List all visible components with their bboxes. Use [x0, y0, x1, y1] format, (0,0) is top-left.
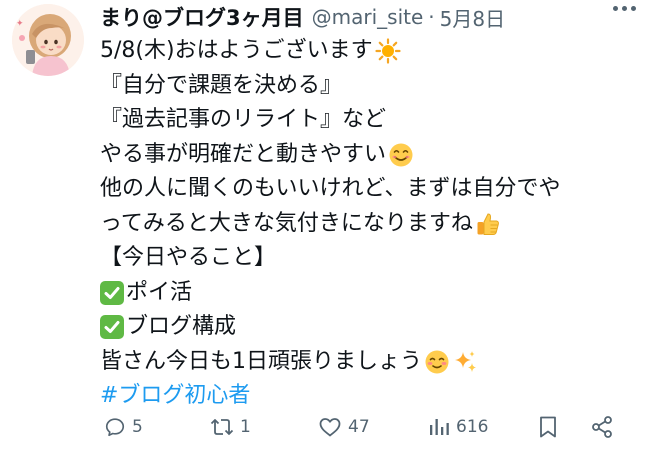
tweet-date[interactable]: 5月8日 — [440, 3, 505, 32]
tweet-line-text: やる事が明確だと動きやすい — [100, 141, 387, 167]
thumbs-up-icon — [477, 213, 499, 235]
bookmark-icon — [540, 416, 556, 438]
more-options-icon[interactable] — [613, 6, 636, 11]
view-count: 616 — [456, 417, 489, 437]
tweet-line-text: 5/8(木)おはようございます — [100, 38, 373, 63]
reply-count: 5 — [132, 417, 143, 437]
reply-icon — [105, 418, 125, 437]
repost-count: 1 — [240, 417, 251, 437]
smile-icon — [389, 143, 413, 167]
avatar-illustration: ✦ — [12, 4, 84, 76]
user-handle[interactable]: @mari_site — [312, 5, 424, 29]
tweet-line: ポイ活 — [100, 276, 640, 311]
tweet-line: やる事が明確だと動きやすい — [100, 138, 640, 173]
views-button[interactable]: 616 — [428, 409, 488, 445]
tweet-line: ってみると大きな気付きになりますね — [100, 207, 640, 242]
tweet-line: 『過去記事のリライト』など — [100, 103, 640, 138]
avatar[interactable]: ✦ — [12, 4, 84, 76]
share-button[interactable] — [590, 409, 614, 445]
tweet-line: 皆さん今日も1日頑張りましょう — [100, 345, 640, 380]
tweet-line-text: 皆さん今日も1日頑張りましょう — [100, 348, 422, 374]
bookmark-button[interactable] — [537, 409, 559, 445]
like-button[interactable]: 47 — [318, 409, 370, 445]
tweet-line-text: 他の人に聞くのもいいけれど、まずは自分でや — [100, 176, 561, 201]
tweet-line: 他の人に聞くのもいいけれど、まずは自分でや — [100, 172, 640, 207]
display-name[interactable]: まり@ブログ3ヶ月目 — [100, 2, 304, 32]
separator-dot: · — [428, 5, 435, 29]
blush-icon — [425, 350, 449, 374]
tweet[interactable]: ✦ まり@ブログ3ヶ月目 @mari_site · 5月8日 5/8(木)おはよ… — [0, 0, 650, 457]
views-icon — [430, 419, 449, 435]
action-bar: 5 1 47 616 — [100, 409, 630, 445]
tweet-line: 【今日やること】 — [100, 241, 640, 276]
tweet-line-text: ブログ構成 — [126, 314, 237, 339]
share-icon — [592, 416, 612, 438]
tweet-line: 5/8(木)おはようございます — [100, 34, 640, 69]
svg-text:✦: ✦ — [16, 19, 24, 29]
repost-icon — [210, 419, 234, 435]
tweet-text: 5/8(木)おはようございます 『自分で課題を決める』 『過去記事のリライト』な… — [100, 34, 640, 414]
check-icon — [100, 280, 124, 305]
tweet-line-text: 『自分で課題を決める』 — [100, 72, 343, 98]
tweet-line-text: 『過去記事のリライト』など — [100, 107, 387, 132]
sun-icon — [374, 38, 401, 64]
tweet-header: まり@ブログ3ヶ月目 @mari_site · 5月8日 — [100, 2, 505, 32]
tweet-line: ブログ構成 — [100, 310, 640, 345]
tweet-line: 『自分で課題を決める』 — [100, 69, 640, 104]
sparkles-icon — [455, 350, 476, 372]
like-count: 47 — [348, 417, 370, 437]
tweet-line-text: 【今日やること】 — [100, 245, 277, 270]
reply-button[interactable]: 5 — [104, 409, 143, 445]
check-icon — [100, 315, 124, 340]
heart-icon — [319, 418, 341, 437]
repost-button[interactable]: 1 — [210, 409, 251, 445]
tweet-line-text: ってみると大きな気付きになりますね — [100, 210, 473, 236]
tweet-line-text: ポイ活 — [126, 279, 193, 305]
